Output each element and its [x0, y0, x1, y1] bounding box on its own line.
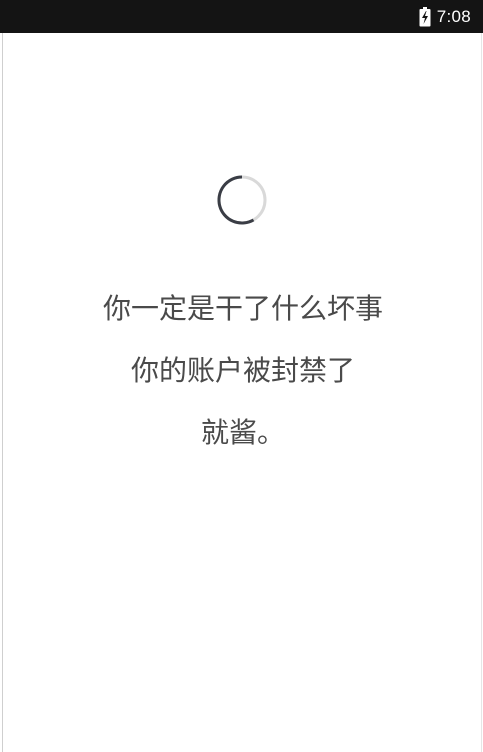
message-line-2: 你的账户被封禁了	[130, 354, 355, 387]
battery-charging-icon	[419, 6, 431, 27]
status-indicators: 7:08	[419, 0, 471, 33]
message-line-3: 就酱。	[200, 416, 285, 449]
page-content: 你一定是干了什么坏事 你的账户被封禁了 就酱。	[2, 33, 482, 752]
message-line-1: 你一定是干了什么坏事	[102, 292, 383, 325]
status-time: 7:08	[436, 6, 471, 26]
status-bar: 7:08	[0, 0, 483, 33]
loading-spinner-icon	[217, 175, 267, 225]
screen: 7:08 你一定是干了什么坏事 你的账户被封禁了 就酱。	[0, 0, 483, 752]
